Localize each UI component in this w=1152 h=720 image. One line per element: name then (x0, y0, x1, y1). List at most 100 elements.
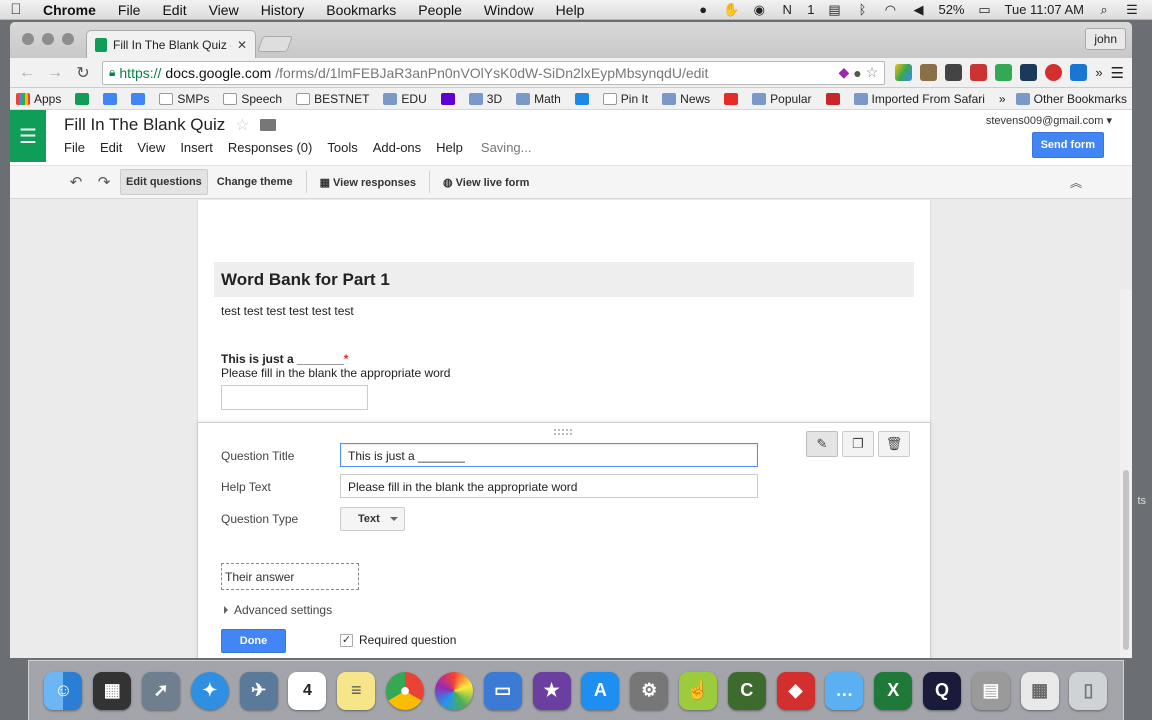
delete-button[interactable]: 🗑︎ (878, 431, 910, 457)
drive-save-icon[interactable] (995, 64, 1013, 81)
excel-icon[interactable]: X (874, 671, 913, 710)
bookmark-math[interactable]: Math (516, 92, 561, 106)
drive-icon[interactable] (895, 64, 913, 81)
menu-window[interactable]: Window (473, 2, 545, 18)
bookmark-edu[interactable]: EDU (383, 92, 427, 106)
address-bar[interactable]: 🔒︎ https://docs.google.com/forms/d/1lmFE… (102, 60, 886, 85)
menu-view[interactable]: View (198, 2, 250, 18)
required-checkbox[interactable]: ✓ (340, 633, 353, 647)
edit-questions-button[interactable]: Edit questions (120, 169, 208, 195)
folder-icon[interactable] (259, 119, 276, 131)
chrome-icon[interactable]: ● (386, 671, 425, 710)
reload-icon[interactable]: ↻ (74, 63, 92, 83)
bookmark-apps[interactable]: Apps (16, 92, 61, 106)
required-toggle[interactable]: ✓ Required question (340, 633, 456, 647)
finder-window-icon[interactable]: ▤ (971, 671, 1010, 710)
zoom-window-button[interactable] (62, 33, 74, 45)
eagle-icon[interactable]: ✈ (239, 671, 278, 710)
finder-icon[interactable]: ☺ (44, 671, 83, 710)
trash-can-icon[interactable]: ▯ (1069, 671, 1108, 710)
menu-bookmarks[interactable]: Bookmarks (315, 2, 407, 18)
quicktime-icon[interactable]: Q (923, 671, 962, 710)
app-menu-file[interactable]: File (64, 140, 85, 155)
menu-people[interactable]: People (407, 2, 473, 18)
bookmark-pinit[interactable]: Pin It (602, 92, 648, 106)
forms-menu-icon[interactable]: ☰ (10, 110, 46, 162)
collapse-chevron-icon[interactable]: ︽ (1070, 174, 1082, 191)
bookmark-blue[interactable] (574, 92, 589, 105)
app-menu-tools[interactable]: Tools (327, 140, 357, 155)
duplicate-button[interactable]: ❐ (842, 431, 874, 457)
hand-icon[interactable]: ✋ (723, 2, 739, 18)
other-bookmarks[interactable]: Other Bookmarks (1015, 92, 1127, 106)
spreadsheet-file-icon[interactable]: ▦ (1020, 671, 1059, 710)
star-icon[interactable]: ☆ (235, 115, 249, 135)
bookmark-3d[interactable]: 3D (468, 92, 502, 106)
notification-center-icon[interactable]: ☰ (1124, 2, 1140, 18)
s-extension-icon[interactable] (1070, 64, 1088, 81)
page-scrollbar[interactable] (1120, 290, 1132, 658)
bookmark-popular[interactable]: Popular (752, 92, 812, 106)
back-icon[interactable]: ← (18, 64, 36, 82)
undo-icon[interactable]: ↶ (64, 173, 88, 191)
screenshot-icon[interactable] (970, 64, 988, 81)
sketchup-icon[interactable]: ◆ (776, 671, 815, 710)
wifi-icon[interactable]: ◠ (882, 2, 898, 18)
clipboard-icon[interactable]: ▤ (826, 2, 842, 18)
drag-handle-icon[interactable] (554, 429, 572, 435)
advanced-settings-toggle[interactable]: Advanced settings (224, 603, 332, 617)
bookmark-speech[interactable]: Speech (223, 92, 282, 106)
menu-edit[interactable]: Edit (151, 2, 197, 18)
browser-tab[interactable]: Fill In The Blank Quiz - Goo ✕ (86, 30, 256, 58)
menu-file[interactable]: File (107, 2, 152, 18)
adblock-icon[interactable] (1045, 64, 1063, 81)
app-menu-view[interactable]: View (137, 140, 165, 155)
menu-chrome[interactable]: Chrome (32, 2, 107, 18)
messages-icon[interactable]: … (825, 671, 864, 710)
bookmark-news[interactable]: News (662, 92, 710, 106)
menu-help[interactable]: Help (545, 2, 596, 18)
volume-icon[interactable]: ◀ (910, 2, 926, 18)
bookmarks-overflow-icon[interactable]: » (999, 92, 1006, 106)
safari-icon[interactable]: ✦ (190, 671, 229, 710)
apple-icon[interactable]:  (0, 1, 32, 18)
bookmark-docs[interactable] (103, 92, 118, 105)
view-live-form-button[interactable]: ◍ View live form (438, 170, 534, 195)
photos-icon[interactable] (434, 671, 473, 710)
done-button[interactable]: Done (221, 629, 286, 653)
question-type-select[interactable]: Text (340, 507, 405, 531)
notes-icon[interactable]: ≡ (337, 671, 376, 710)
view-responses-button[interactable]: ▦ View responses (315, 170, 421, 195)
bookmark-smps[interactable]: SMPs (159, 92, 209, 106)
bookmark-youtube[interactable] (724, 92, 739, 105)
bookmark-imported[interactable]: Imported From Safari (853, 92, 985, 106)
edit-pencil-button[interactable]: ✎ (806, 431, 838, 457)
camtasia-icon[interactable]: C (727, 671, 766, 710)
hand-app-icon[interactable]: ☝ (678, 671, 717, 710)
imovie-icon[interactable]: ★ (532, 671, 571, 710)
close-window-button[interactable] (22, 33, 34, 45)
bulb-icon[interactable]: ● (853, 65, 861, 81)
bookmark-sheets[interactable] (75, 92, 90, 105)
app-store-icon[interactable]: A (581, 671, 620, 710)
forward-icon[interactable]: → (46, 64, 64, 82)
pocket-icon[interactable] (1020, 64, 1038, 81)
scroll-thumb[interactable] (1123, 470, 1129, 650)
record-icon[interactable]: ◉ (751, 2, 767, 18)
download-icon[interactable] (920, 64, 938, 81)
redo-icon[interactable]: ↷ (92, 173, 116, 191)
chrome-menu-icon[interactable]: ☰ (1111, 64, 1124, 82)
notification-icon[interactable]: N (779, 2, 795, 17)
rocket-icon[interactable]: ➚ (142, 671, 181, 710)
change-theme-button[interactable]: Change theme (212, 170, 298, 194)
extension-puzzle-icon[interactable]: ◆ (839, 64, 850, 81)
app-menu-help[interactable]: Help (436, 140, 463, 155)
battery-icon[interactable]: ▭ (977, 2, 993, 18)
system-preferences-icon[interactable]: ⚙ (630, 671, 669, 710)
send-form-button[interactable]: Send form (1031, 132, 1104, 158)
app-menu-insert[interactable]: Insert (180, 140, 213, 155)
new-tab-button[interactable] (257, 36, 293, 52)
close-tab-icon[interactable]: ✕ (237, 38, 247, 52)
extensions-overflow-icon[interactable]: » (1095, 65, 1102, 80)
launchpad-grid-icon[interactable]: ▦ (93, 671, 132, 710)
